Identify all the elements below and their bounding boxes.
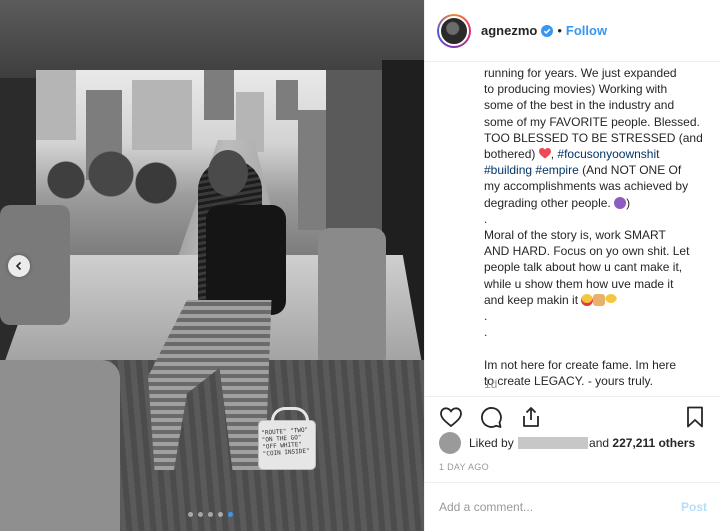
liker-username-redacted <box>518 437 589 449</box>
likes-count-link[interactable]: 227,211 others <box>612 436 695 450</box>
comment-input[interactable] <box>439 500 681 514</box>
caption-text: ) <box>626 195 631 210</box>
carousel-dot <box>218 512 223 517</box>
caption-line: . <box>484 211 488 226</box>
heart-icon[interactable] <box>439 405 463 429</box>
caption-line: #building #empire (And NOT ONE Of <box>484 162 716 178</box>
bookmark-icon[interactable] <box>683 405 707 429</box>
post-side-panel: agnezmo • Follow running for years. We j… <box>424 0 720 531</box>
caption-line: Im not here for create fame. Im here <box>484 357 677 372</box>
photo-armchair <box>0 360 120 531</box>
caption-line: AND HARD. Focus on yo own shit. Let <box>484 244 690 259</box>
carousel-dot <box>198 512 203 517</box>
caption-line: Moral of the story is, work SMART <box>484 228 666 243</box>
caption-line: my accomplishments was achieved by <box>484 179 689 194</box>
post-photo[interactable]: "ROUTE" "TWO" "ON THE GO" "OFF WHITE" "C… <box>0 0 424 531</box>
tongue-emoji-icon <box>581 293 594 306</box>
caption-text: , <box>550 147 555 162</box>
caption-line: to create LEGACY. - yours truly. <box>484 373 653 388</box>
photo-ceiling <box>0 0 424 78</box>
post-date: 1 DAY AGO <box>439 462 489 472</box>
hashtag-link[interactable]: #building <box>484 163 532 177</box>
comment-icon[interactable] <box>479 405 503 429</box>
post-actions-bar <box>425 396 720 436</box>
caption-line: . <box>484 309 488 324</box>
caption-line: degrading other people. ) <box>484 195 716 211</box>
likes-prefix: Liked by <box>469 436 514 450</box>
caption-line: and keep makin it <box>484 292 716 308</box>
photo-trees <box>36 150 186 210</box>
caption-line: running for years. We just expanded <box>484 66 677 80</box>
red-heart-emoji-icon <box>538 148 551 159</box>
caption-line: people talk about how u cant make it, <box>484 260 683 275</box>
caption-line: to producing movies) Working with <box>484 82 668 97</box>
caption-text: and keep makin it <box>484 292 579 307</box>
hashtag-link[interactable]: #focusonyoownshit <box>557 147 659 161</box>
carousel-indicator <box>188 512 233 517</box>
caption-line: bothered) , #focusonyoownshit <box>484 146 716 162</box>
share-icon[interactable] <box>519 405 543 429</box>
likes-and: and <box>589 436 610 450</box>
carousel-dot <box>228 512 233 517</box>
grimacing-emoji-icon <box>605 293 618 306</box>
caption-text: bothered) <box>484 147 536 162</box>
woman-shrugging-emoji-icon <box>614 196 627 209</box>
post-caption: running for years. We just expanded to p… <box>484 62 716 392</box>
photo-person-body <box>206 205 286 315</box>
verified-badge-icon <box>541 24 554 37</box>
hashtag-link[interactable]: #empire <box>535 163 578 177</box>
ok-hand-emoji-icon <box>593 293 606 306</box>
follow-button[interactable]: Follow <box>566 23 607 38</box>
carousel-dot <box>188 512 193 517</box>
header-separator: • <box>557 23 562 38</box>
chevron-left-icon <box>15 261 22 271</box>
caption-line: some of the best in the industry and <box>484 98 675 113</box>
caption-text: (And NOT ONE Of <box>582 163 682 178</box>
photo-handbag-text: "ROUTE" "TWO" "ON THE GO" "OFF WHITE" "C… <box>261 426 310 458</box>
username-link[interactable]: agnezmo <box>481 23 537 38</box>
caption-line: some of my FAVORITE people. Blessed. <box>484 114 700 129</box>
comment-bar: Post <box>425 482 720 531</box>
photo-cushion-right <box>318 228 386 368</box>
caption-line: while u show them how uve made it <box>484 276 674 291</box>
likes-summary: Liked by and 227,211 others <box>439 432 695 454</box>
caption-time-ago: 1d <box>484 377 498 391</box>
caption-text: degrading other people. <box>484 195 611 210</box>
caption-line: . <box>484 325 488 340</box>
photo-person-head <box>208 150 248 196</box>
caption-line: TOO BLESSED TO BE STRESSED (and <box>484 130 703 145</box>
profile-avatar[interactable] <box>437 13 471 48</box>
post-header: agnezmo • Follow <box>425 0 720 62</box>
carousel-dot <box>208 512 213 517</box>
carousel-prev-button[interactable] <box>8 255 30 277</box>
post-comment-button[interactable]: Post <box>681 500 707 514</box>
liker-avatar[interactable] <box>439 432 461 454</box>
